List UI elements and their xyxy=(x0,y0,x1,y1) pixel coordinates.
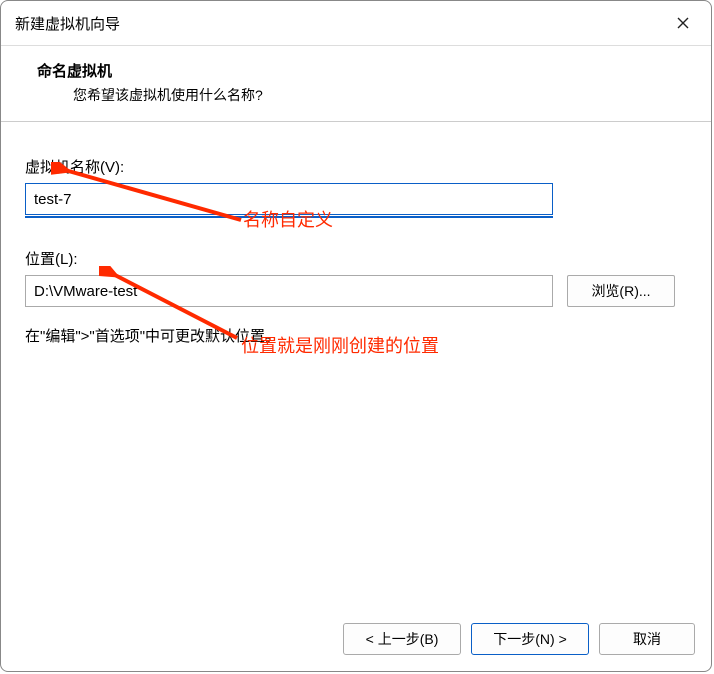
vm-location-input[interactable] xyxy=(25,275,553,307)
input-underline xyxy=(25,216,553,218)
location-row: 浏览(R)... xyxy=(25,275,687,307)
close-button[interactable] xyxy=(669,9,697,37)
titlebar: 新建虚拟机向导 xyxy=(1,1,711,46)
footer-buttons: < 上一步(B) 下一步(N) > 取消 xyxy=(1,609,711,671)
back-button[interactable]: < 上一步(B) xyxy=(343,623,461,655)
vm-location-label: 位置(L): xyxy=(25,248,687,269)
window-title: 新建虚拟机向导 xyxy=(15,13,120,34)
location-hint: 在"编辑">"首选项"中可更改默认位置。 xyxy=(25,325,687,346)
main-content: 虚拟机名称(V): 名称自定义 位置(L): 浏览(R)... 在"编辑">"首… xyxy=(1,122,711,609)
header-subtitle: 您希望该虚拟机使用什么名称? xyxy=(37,85,691,105)
cancel-button[interactable]: 取消 xyxy=(599,623,695,655)
vm-name-input[interactable] xyxy=(25,183,553,215)
wizard-window: 新建虚拟机向导 命名虚拟机 您希望该虚拟机使用什么名称? 虚拟机名称(V): 名… xyxy=(0,0,712,672)
next-button[interactable]: 下一步(N) > xyxy=(471,623,589,655)
header-title: 命名虚拟机 xyxy=(37,60,691,81)
browse-button[interactable]: 浏览(R)... xyxy=(567,275,675,307)
header-section: 命名虚拟机 您希望该虚拟机使用什么名称? xyxy=(1,46,711,122)
close-icon xyxy=(677,17,689,29)
vm-name-label: 虚拟机名称(V): xyxy=(25,156,687,177)
